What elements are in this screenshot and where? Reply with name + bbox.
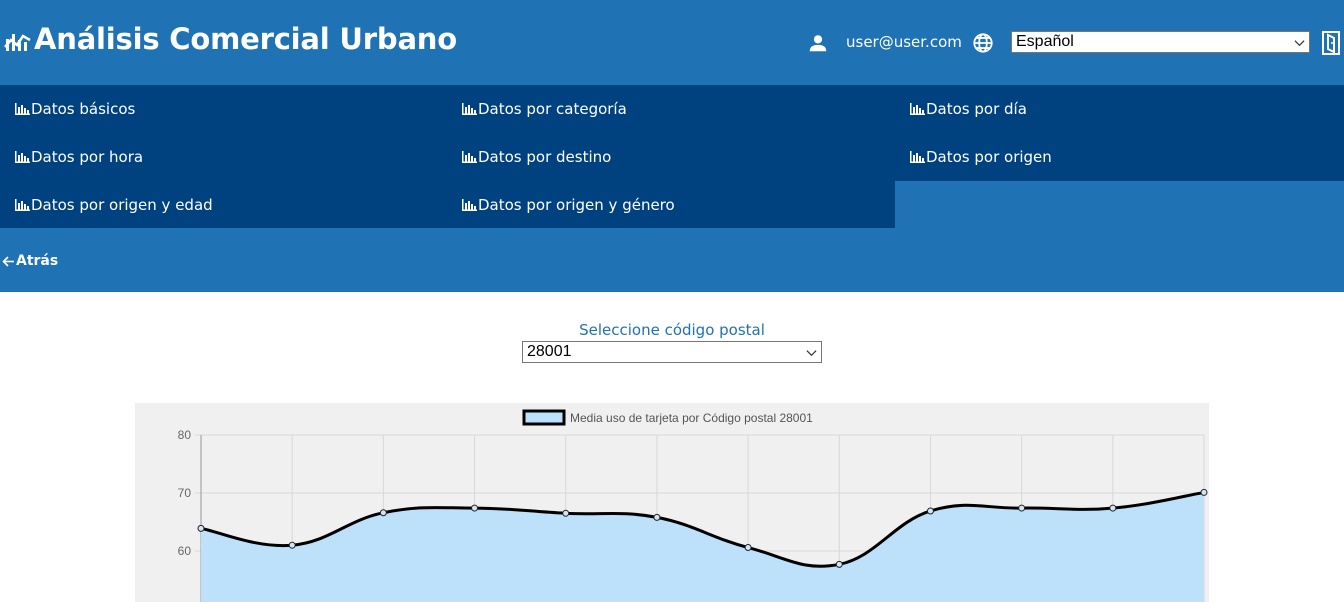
nav-item-datos-por-origen-y-genero[interactable]: Datos por origen y género bbox=[447, 181, 895, 228]
app-title: Análisis Comercial Urbano bbox=[34, 22, 457, 56]
back-label: Atrás bbox=[16, 253, 59, 269]
data-point bbox=[744, 544, 752, 552]
language-select[interactable]: Español bbox=[1011, 31, 1310, 53]
bar-chart-icon bbox=[462, 198, 477, 211]
chevron-down-icon bbox=[806, 350, 817, 357]
bar-chart-icon bbox=[15, 103, 30, 115]
data-point bbox=[562, 509, 570, 517]
globe-icon[interactable] bbox=[972, 32, 994, 54]
nav-item-datos-por-destino[interactable]: Datos por destino bbox=[447, 133, 895, 181]
nav-item-datos-por-origen[interactable]: Datos por origen bbox=[895, 133, 1344, 181]
data-point bbox=[835, 560, 843, 568]
nav-item-label: Datos por origen bbox=[926, 148, 1052, 166]
back-link[interactable]: Atrás bbox=[2, 253, 58, 269]
back-bar: Atrás bbox=[0, 228, 1344, 292]
y-tick-label: 70 bbox=[178, 486, 192, 500]
app-header: Análisis Comercial Urbano user@user.com … bbox=[0, 0, 1344, 85]
data-point bbox=[288, 541, 296, 549]
y-tick-label: 80 bbox=[178, 428, 192, 442]
chart-trend-icon bbox=[4, 34, 31, 51]
postal-code-select-value: 28001 bbox=[527, 343, 572, 360]
nav-item-label: Datos por categoría bbox=[478, 100, 627, 118]
bar-chart-icon bbox=[462, 151, 477, 163]
bar-chart-icon bbox=[910, 103, 925, 115]
postal-code-label: Seleccione código postal bbox=[579, 321, 765, 339]
data-point bbox=[1200, 488, 1208, 496]
data-point bbox=[653, 513, 661, 521]
data-point bbox=[926, 507, 934, 515]
card-usage-chart: 60 70 80 Media uso de tarjeta por Código po… bbox=[135, 403, 1209, 602]
bar-chart-icon bbox=[462, 103, 477, 115]
nav-item-datos-por-categoria[interactable]: Datos por categoría bbox=[447, 85, 895, 133]
nav-item-label: Datos por día bbox=[926, 100, 1027, 118]
y-tick-label: 60 bbox=[178, 544, 192, 558]
legend-label: Media uso de tarjeta por Código postal 2… bbox=[570, 411, 813, 425]
language-select-value: Español bbox=[1016, 33, 1074, 50]
data-point bbox=[379, 509, 387, 517]
nav-item-datos-basicos[interactable]: Datos básicos bbox=[0, 85, 447, 133]
data-point bbox=[197, 524, 205, 532]
data-point bbox=[1109, 504, 1117, 512]
bar-chart-icon bbox=[910, 151, 925, 163]
legend-swatch bbox=[522, 409, 566, 426]
nav-item-label: Datos por origen y género bbox=[478, 195, 675, 214]
chevron-down-icon bbox=[1294, 40, 1305, 47]
data-point bbox=[1018, 504, 1026, 512]
nav-item-datos-por-origen-y-edad[interactable]: Datos por origen y edad bbox=[0, 181, 447, 228]
arrow-left-icon bbox=[2, 255, 14, 267]
nav-item-label: Datos básicos bbox=[31, 100, 136, 118]
logout-icon[interactable] bbox=[1320, 30, 1342, 56]
nav-item-datos-por-dia[interactable]: Datos por día bbox=[895, 85, 1344, 133]
user-email: user@user.com bbox=[846, 33, 962, 51]
user-icon[interactable] bbox=[807, 32, 829, 54]
bar-chart-icon bbox=[15, 151, 30, 163]
nav-item-label: Datos por destino bbox=[478, 148, 612, 166]
chart-canvas: 60 70 80 Media uso de tarjeta por Código po… bbox=[178, 409, 1208, 602]
postal-code-select[interactable]: 28001 bbox=[522, 341, 822, 363]
nav-item-label: Datos por hora bbox=[31, 148, 144, 166]
data-point bbox=[471, 504, 479, 512]
bar-chart-icon bbox=[15, 198, 30, 211]
nav-item-label: Datos por origen y edad bbox=[31, 195, 213, 214]
nav-item-datos-por-hora[interactable]: Datos por hora bbox=[0, 133, 447, 181]
brand[interactable]: Análisis Comercial Urbano bbox=[4, 22, 457, 56]
main-nav: Datos básicos Datos por categoría Datos … bbox=[0, 85, 1344, 228]
